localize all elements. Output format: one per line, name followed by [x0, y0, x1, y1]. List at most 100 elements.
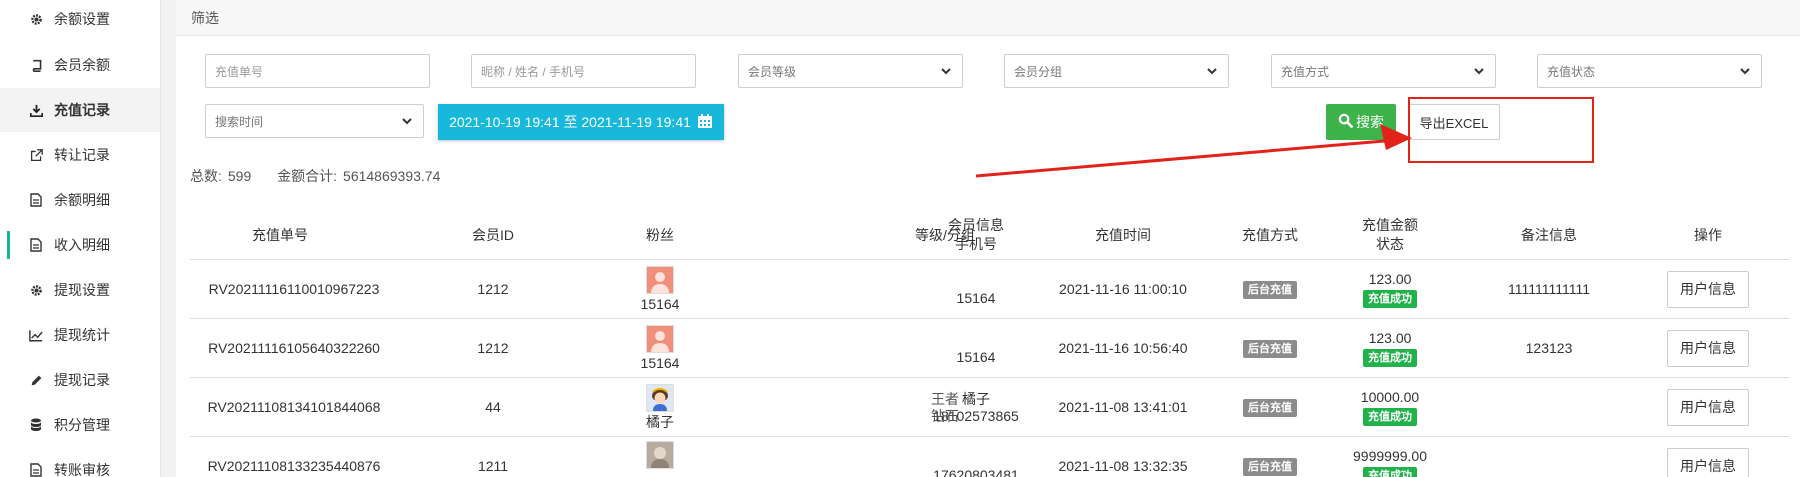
sidebar-item-member-balance[interactable]: 会员余额: [0, 43, 160, 87]
sidebar-item-label: 转账审核: [54, 462, 110, 477]
member-id-cell: 1212: [477, 340, 509, 356]
col-time: 充值时间: [1095, 226, 1151, 243]
status-badge: 充值成功: [1363, 408, 1417, 426]
chevron-down-icon: [1472, 64, 1486, 78]
method-cell: 后台充值: [1220, 378, 1320, 437]
recharge-status-select[interactable]: 充值状态: [1537, 54, 1762, 88]
order-no-placeholder: 充值单号: [215, 64, 264, 79]
table-row: RV20211108134101844068 44 橘子 橘子 18102573…: [190, 378, 1789, 437]
database-icon: [28, 417, 44, 433]
remark-cell: [1484, 378, 1614, 437]
search-icon: [1338, 113, 1353, 131]
sidebar-item-label: 转让记录: [54, 147, 110, 163]
download-icon: [28, 102, 44, 118]
fans-cell: 15164: [610, 319, 710, 378]
fans-name: 橘子: [646, 414, 674, 430]
sidebar-item-withdraw-settings[interactable]: 提现设置: [0, 268, 160, 312]
user-info-button[interactable]: 用户信息: [1667, 389, 1749, 426]
time-cell: 2021-11-16 11:00:10: [1059, 281, 1187, 297]
sidebar-item-recharge-records[interactable]: 充值记录: [0, 88, 160, 132]
action-cell: 用户信息: [1648, 437, 1768, 477]
chevron-down-icon: [400, 114, 414, 128]
sidebar-item-withdraw-records[interactable]: 提现记录: [0, 358, 160, 402]
sidebar-item-points-management[interactable]: 积分管理: [0, 403, 160, 447]
col-order-no: 充值单号: [252, 226, 308, 243]
sidebar-item-income-detail[interactable]: 收入明细: [0, 223, 160, 267]
user-info-button[interactable]: 用户信息: [1667, 271, 1749, 308]
user-info-button[interactable]: 用户信息: [1667, 330, 1749, 367]
avatar: [646, 384, 674, 412]
level-group-cell: [895, 437, 995, 477]
sidebar-item-label: 提现设置: [54, 282, 110, 298]
line-chart-icon: [28, 327, 44, 343]
sidebar-item-transfer-review[interactable]: 转账审核: [0, 448, 160, 477]
amount-value: 5614869393.74: [343, 168, 441, 184]
remark-cell: 111111111111: [1507, 281, 1590, 297]
time-cell: 2021-11-16 10:56:40: [1058, 340, 1188, 356]
order-no-input[interactable]: 充值单号: [205, 54, 430, 88]
time-cell: 2021-11-08 13:41:01: [1058, 399, 1188, 415]
action-cell: 用户信息: [1648, 319, 1768, 378]
member-level-value: 会员等级: [748, 64, 797, 79]
col-method: 充值方式: [1242, 226, 1298, 243]
method-tag: 后台充值: [1243, 398, 1297, 417]
status-badge: 充值成功: [1363, 290, 1417, 308]
order-no-cell: RV20211116105640322260: [208, 340, 380, 356]
method-cell: 后台充值: [1220, 260, 1320, 319]
avatar: [646, 325, 674, 353]
recharge-method-select[interactable]: 充值方式: [1271, 54, 1496, 88]
time-cell: 2021-11-08 13:32:35: [1058, 458, 1188, 474]
sidebar-item-label: 提现统计: [54, 327, 110, 343]
member-search-input[interactable]: 昵称 / 姓名 / 手机号: [471, 54, 696, 88]
remark-cell: [1484, 437, 1614, 477]
member-level-select[interactable]: 会员等级: [738, 54, 963, 88]
fans-name: 15164: [640, 296, 680, 312]
col-level-group: 等级/分组: [915, 226, 975, 243]
sidebar-item-label: 收入明细: [54, 237, 110, 253]
external-link-icon: [28, 147, 44, 163]
status-badge: 充值成功: [1363, 349, 1417, 367]
col-amount-status: 充值金额 状态: [1330, 210, 1450, 260]
document-icon: [28, 462, 44, 477]
sidebar-item-withdraw-stats[interactable]: 提现统计: [0, 313, 160, 357]
level-group-cell: [895, 260, 995, 319]
amount-value: 9999999.00: [1353, 448, 1427, 464]
sidebar-item-balance-detail[interactable]: 余额明细: [0, 178, 160, 222]
action-cell: 用户信息: [1648, 260, 1768, 319]
chevron-down-icon: [939, 64, 953, 78]
level-group-cell: [895, 319, 995, 378]
method-tag: 后台充值: [1243, 457, 1297, 476]
amount-total: 金额合计: 5614869393.74: [277, 168, 440, 184]
col-fans: 粉丝: [646, 226, 674, 243]
gear-icon: [28, 282, 44, 298]
amount-label: 金额合计:: [277, 168, 338, 184]
member-group-select[interactable]: 会员分组: [1004, 54, 1229, 88]
sidebar-item-label: 余额明细: [54, 192, 110, 208]
recharge-status-value: 充值状态: [1547, 64, 1596, 79]
total-label: 总数:: [190, 168, 222, 184]
user-info-button[interactable]: 用户信息: [1667, 448, 1749, 477]
search-button[interactable]: 搜索: [1326, 104, 1396, 140]
search-button-label: 搜索: [1356, 114, 1384, 130]
sidebar-item-label: 余额设置: [54, 11, 110, 27]
fans-cell: 15164: [610, 260, 710, 319]
order-no-cell: RV20211116110010967223: [208, 281, 380, 297]
document-icon: [28, 192, 44, 208]
annotation-highlight-box: [1408, 97, 1594, 163]
gear-icon: [28, 11, 44, 27]
sidebar-item-transfer-records[interactable]: 转让记录: [0, 133, 160, 177]
sidebar-item-label: 积分管理: [54, 417, 110, 433]
member-id-cell: 44: [485, 399, 501, 415]
sidebar-item-balance-settings[interactable]: 余额设置: [0, 0, 160, 41]
date-range-picker[interactable]: 2021-10-19 19:41 至 2021-11-19 19:41: [438, 104, 724, 140]
member-level: 王者: [931, 390, 959, 407]
table-header: 充值单号 会员ID 粉丝 会员信息 手机号 等级/分组 充值时间 充值方式 充值…: [190, 210, 1789, 260]
member-id-cell: 1212: [477, 281, 509, 297]
col-remark: 备注信息: [1521, 226, 1577, 243]
amount-value: 123.00: [1368, 271, 1412, 287]
col-action: 操作: [1694, 226, 1722, 243]
search-time-select[interactable]: 搜索时间: [205, 104, 424, 138]
action-cell: 用户信息: [1648, 378, 1768, 437]
method-cell: 后台充值: [1220, 319, 1320, 378]
table-row: RV20211116110010967223 1212 15164 15164 …: [190, 260, 1789, 319]
